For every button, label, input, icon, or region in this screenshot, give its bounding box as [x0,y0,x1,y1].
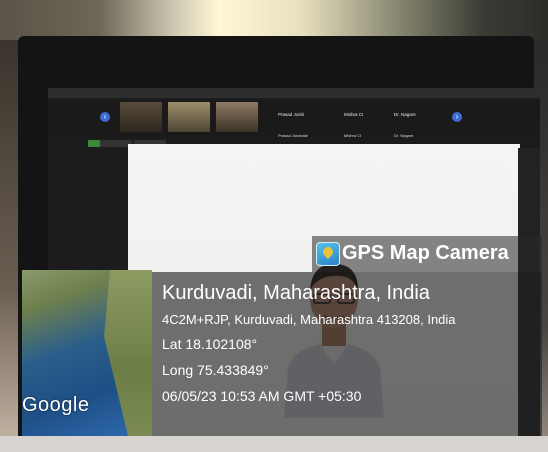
prev-participants-arrow-icon[interactable]: ‹ [100,112,110,122]
participant-strip: ‹ Prasad Joshi Mishra CI Dr. Nagare Pras… [48,100,540,138]
participant-label: Dr. Nagare [394,133,414,138]
gps-info-panel: Kurduvadi, Maharashtra, India 4C2M+RJP, … [152,272,542,436]
window-titlebar [48,88,540,98]
gps-app-icon [316,242,340,266]
longitude: Long 75.433849° [162,362,269,378]
desk-edge [0,436,548,452]
gps-header: GPS Map Camera [312,236,542,272]
gps-app-name: GPS Map Camera [342,242,509,264]
participant-name: Prasad Joshi [278,112,305,117]
map-land [104,270,152,436]
security-icon[interactable] [88,140,100,147]
window-light [0,0,548,40]
participant-name: Dr. Nagare [394,112,416,117]
next-participants-arrow-icon[interactable]: › [452,112,462,122]
latitude: Lat 18.102108° [162,336,258,352]
place-name: Kurduvadi, Maharashtra, India [162,282,430,304]
address: 4C2M+RJP, Kurduvadi, Maharashtra 413208,… [162,312,456,327]
google-logo: Google [22,394,90,416]
participant-video [216,102,258,132]
participant-label: Prasad Jondhale [278,133,309,138]
photo: ‹ Prasad Joshi Mishra CI Dr. Nagare Pras… [0,0,548,452]
timestamp: 06/05/23 10:53 AM GMT +05:30 [162,388,362,404]
participant-video [120,102,162,132]
participant-label: Mishra CI [344,133,362,138]
participant-video [168,102,210,132]
participant-name: Mishra CI [344,112,364,117]
